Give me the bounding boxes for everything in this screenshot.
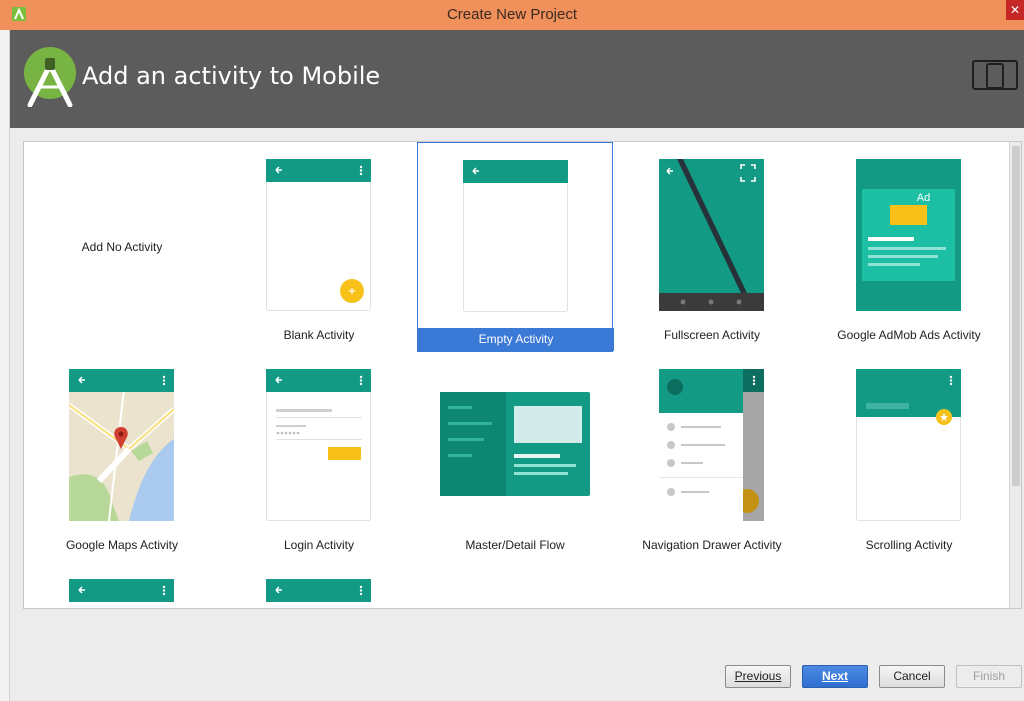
finish-button[interactable]: Finish <box>956 665 1022 688</box>
next-label: Next <box>821 669 848 683</box>
new-project-dialog: Add an activity to Mobile Add No Activit… <box>10 30 1024 701</box>
login-activity-preview <box>266 369 371 521</box>
scrollbar-thumb[interactable] <box>1012 146 1020 486</box>
close-icon[interactable]: ✕ <box>1006 0 1024 20</box>
tile-label: Google Maps Activity <box>65 538 179 552</box>
admob-activity-preview <box>856 159 961 311</box>
scrolling-activity-preview <box>856 369 961 521</box>
ad-badge: Ad <box>916 192 931 204</box>
background-desktop-strip <box>0 30 10 701</box>
tile-label: Empty Activity <box>418 328 614 351</box>
activity-tile-empty[interactable]: Empty Activity <box>417 142 614 352</box>
activity-tile-maps[interactable]: Google Maps Activity <box>24 352 220 562</box>
finish-label: Finish <box>972 669 1005 683</box>
activity-tile-row3-2[interactable] <box>221 562 417 608</box>
activity-tile-row3-1[interactable] <box>24 562 220 608</box>
previous-label: Previous <box>734 669 782 683</box>
tile-label: Blank Activity <box>283 328 355 342</box>
activity-gallery: Add No Activity Blank Activity Empty Act… <box>23 141 1022 609</box>
gallery-scrollbar[interactable] <box>1009 142 1021 608</box>
activity-tile-scrolling[interactable]: Scrolling Activity <box>811 352 1007 562</box>
navigation-drawer-preview <box>659 369 764 521</box>
tile-label: Navigation Drawer Activity <box>642 538 782 552</box>
activity-tile-navigation-drawer[interactable]: Navigation Drawer Activity <box>614 352 810 562</box>
cancel-label: Cancel <box>893 669 931 683</box>
tile-label: Google AdMob Ads Activity <box>837 328 981 342</box>
wizard-header: Add an activity to Mobile <box>10 30 1024 128</box>
activity-preview-partial <box>266 579 371 608</box>
cancel-button[interactable]: Cancel <box>879 665 945 688</box>
phone-tablet-icon <box>972 60 1018 90</box>
empty-activity-preview <box>463 160 568 312</box>
tile-label: Fullscreen Activity <box>663 328 761 342</box>
window-title: Create New Project <box>446 6 578 23</box>
activity-preview-partial <box>69 579 174 608</box>
window-titlebar[interactable]: Create New Project ✕ <box>0 0 1024 30</box>
master-detail-preview <box>440 392 590 496</box>
maps-activity-preview <box>69 369 174 521</box>
tile-label: Scrolling Activity <box>865 538 953 552</box>
activity-tile-blank[interactable]: Blank Activity <box>221 142 417 352</box>
previous-button[interactable]: Previous <box>725 665 791 688</box>
tile-label: Login Activity <box>283 538 355 552</box>
activity-tile-fullscreen[interactable]: Fullscreen Activity <box>614 142 810 352</box>
blank-activity-preview <box>266 159 371 311</box>
activity-tile-admob[interactable]: Ad Google AdMob Ads Activity <box>811 142 1007 352</box>
tile-label: Master/Detail Flow <box>465 538 565 552</box>
activity-tile-no-activity[interactable]: Add No Activity <box>24 142 220 352</box>
next-button[interactable]: Next <box>802 665 868 688</box>
activity-tile-login[interactable]: Login Activity <box>221 352 417 562</box>
tile-label: Add No Activity <box>81 240 163 254</box>
android-studio-logo <box>24 47 76 107</box>
page-title: Add an activity to Mobile <box>82 62 381 90</box>
activity-tile-master-detail[interactable]: Master/Detail Flow <box>417 352 613 562</box>
fullscreen-activity-preview <box>659 159 764 311</box>
